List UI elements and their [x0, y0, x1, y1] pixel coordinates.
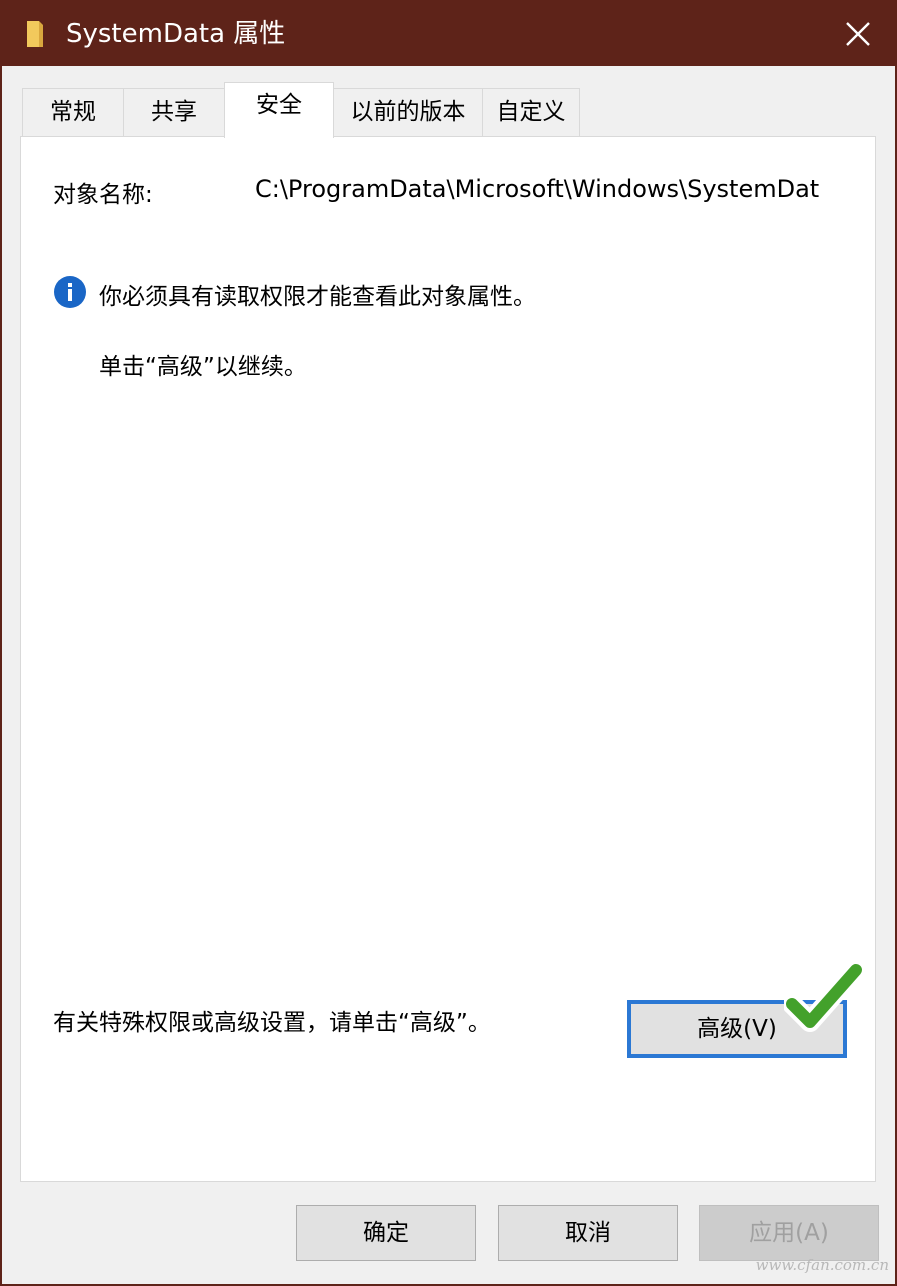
object-path: C:\ProgramData\Microsoft\Windows\SystemD… [255, 175, 820, 203]
special-permissions-text: 有关特殊权限或高级设置，请单击“高级”。 [53, 1010, 491, 1036]
tab-previous-versions[interactable]: 以前的版本 [333, 88, 483, 136]
security-panel: 对象名称: C:\ProgramData\Microsoft\Windows\S… [20, 136, 876, 1182]
close-icon [846, 22, 870, 46]
info-icon [53, 275, 87, 309]
info-message: 你必须具有读取权限才能查看此对象属性。 [99, 284, 536, 310]
tab-customize[interactable]: 自定义 [482, 88, 580, 136]
folder-icon [24, 20, 46, 48]
properties-dialog: SystemData 属性 常规 共享 安全 以前的版本 自定义 对象名称: C… [0, 0, 897, 1286]
tab-security[interactable]: 安全 [224, 82, 334, 138]
window-title: SystemData 属性 [66, 19, 286, 49]
tab-general[interactable]: 常规 [22, 88, 124, 136]
object-name-label: 对象名称: [53, 182, 153, 208]
continue-message: 单击“高级”以继续。 [99, 354, 307, 380]
cancel-button[interactable]: 取消 [498, 1205, 678, 1261]
ok-button[interactable]: 确定 [296, 1205, 476, 1261]
close-button[interactable] [833, 10, 883, 58]
tab-sharing[interactable]: 共享 [123, 88, 225, 136]
watermark: www.cfan.com.cn [755, 1256, 889, 1274]
check-mark-icon [782, 954, 866, 1034]
apply-button[interactable]: 应用(A) [699, 1205, 879, 1261]
title-bar[interactable]: SystemData 属性 [2, 2, 895, 66]
